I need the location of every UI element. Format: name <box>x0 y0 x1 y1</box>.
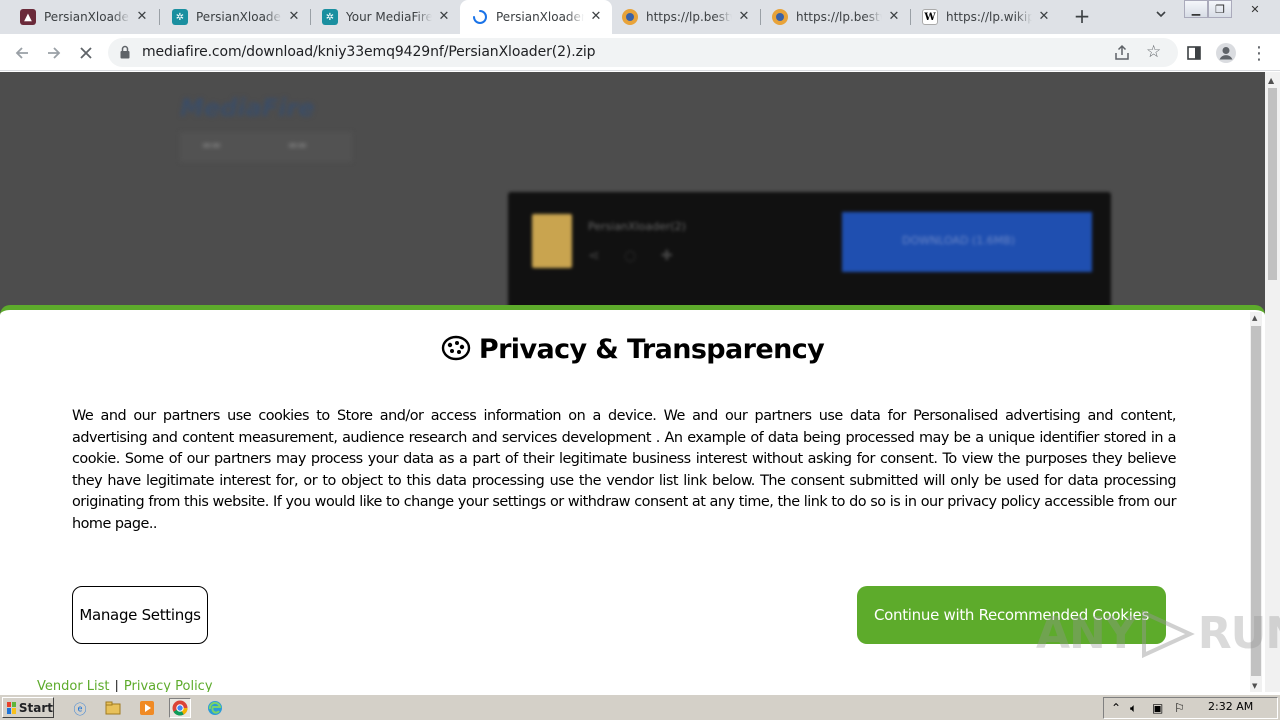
tab-7[interactable]: W https://lp.wikiped ✕ <box>912 0 1060 34</box>
download-button[interactable]: DOWNLOAD (1.6MB) <box>842 212 1092 272</box>
new-tab-button[interactable]: + <box>1072 6 1092 27</box>
file-icon <box>532 214 572 268</box>
privacy-policy-link[interactable]: Privacy Policy <box>124 679 213 692</box>
media-player-icon[interactable] <box>136 698 158 718</box>
tab-title: https://lp.wikiped <box>946 10 1032 24</box>
tray-expand-icon[interactable]: ⌃ <box>1111 701 1121 715</box>
back-button[interactable] <box>10 41 34 65</box>
address-bar[interactable]: mediafire.com/download/kniy33emq9429nf/P… <box>108 38 1178 67</box>
stop-loading-button[interactable] <box>74 41 98 65</box>
scroll-up-arrow-icon[interactable]: ▲ <box>1268 76 1274 85</box>
close-tab-icon[interactable]: ✕ <box>436 9 452 25</box>
url-text: mediafire.com/download/kniy33emq9429nf/P… <box>142 44 596 60</box>
cookie-icon <box>441 335 471 361</box>
tab-2[interactable]: ✲ PersianXloader.zip ✕ <box>152 0 310 34</box>
browser-toolbar: mediafire.com/download/kniy33emq9429nf/P… <box>0 34 1280 71</box>
file-name: PersianXloader(2) <box>588 220 686 233</box>
globe-icon <box>772 9 788 25</box>
forward-button[interactable] <box>42 41 66 65</box>
close-tab-icon[interactable]: ✕ <box>286 9 302 25</box>
manage-settings-button[interactable]: Manage Settings <box>72 586 208 644</box>
link-separator: | <box>114 679 119 692</box>
close-tab-icon[interactable]: ✕ <box>886 9 902 25</box>
tab-title: PersianXloader De <box>44 10 130 24</box>
consent-scroll-down-icon[interactable]: ▼ <box>1252 682 1257 690</box>
tab-search-chevron-icon[interactable] <box>1152 8 1170 26</box>
wikipedia-icon: W <box>922 9 938 25</box>
volume-icon[interactable]: 🔈︎ <box>1130 701 1137 716</box>
scrollbar-thumb[interactable] <box>1268 88 1277 280</box>
start-label: Start <box>18 700 53 715</box>
mediafire-icon: ✲ <box>322 9 338 25</box>
tab-5[interactable]: https://lp.bestwp ✕ <box>612 0 760 34</box>
mediafire-logo: MediaFire <box>180 94 315 122</box>
consent-title: Privacy & Transparency <box>0 334 1265 365</box>
watermark-right-text: RUN <box>1197 608 1280 659</box>
tab-1[interactable]: ▲ PersianXloader De ✕ <box>0 0 158 34</box>
vendor-list-link[interactable]: Vendor List <box>37 679 110 692</box>
bookmark-star-icon[interactable]: ☆ <box>1146 42 1161 62</box>
tab-4-active[interactable]: PersianXloader(2) ✕ <box>460 0 612 34</box>
download-panel: PersianXloader(2) ⋖ ◌ ✚ DOWNLOAD (1.6MB) <box>508 192 1111 322</box>
profile-avatar-icon[interactable] <box>1214 41 1238 65</box>
network-icon[interactable]: ▣ <box>1152 701 1163 715</box>
side-panel-icon[interactable] <box>1182 41 1206 65</box>
taskbar-clock: 2:32 AM <box>1208 700 1254 713</box>
tab-divider <box>910 9 911 25</box>
edge-icon[interactable] <box>204 698 226 718</box>
restore-button[interactable]: ❐ <box>1208 0 1232 18</box>
windows-logo-icon <box>7 701 16 714</box>
minimize-button[interactable]: ▁ <box>1184 0 1208 18</box>
close-tab-icon[interactable]: ✕ <box>736 9 752 25</box>
loading-spinner-icon <box>472 9 488 25</box>
anyrun-watermark: ANY RUN <box>1036 608 1280 659</box>
mediafire-nav: ▬▬ ▬▬ <box>180 132 352 162</box>
file-action-icons: ⋖ ◌ ✚ <box>588 248 683 264</box>
tab-title: https://lp.bestwp <box>796 10 882 24</box>
close-window-button[interactable]: ✕ <box>1240 0 1270 18</box>
close-tab-icon[interactable]: ✕ <box>1036 9 1052 25</box>
tab-strip: ▲ PersianXloader De ✕ ✲ PersianXloader.z… <box>0 0 1280 34</box>
windows-taskbar: Start ⓔ ⌃ 🔈︎ ▣ ⚐ 2:32 AM <box>0 694 1280 720</box>
start-button[interactable]: Start <box>2 697 54 718</box>
consent-title-text: Privacy & Transparency <box>478 334 825 365</box>
mediafire-icon: ✲ <box>172 9 188 25</box>
consent-scroll-up-icon[interactable]: ▲ <box>1252 314 1257 322</box>
tab-6[interactable]: https://lp.bestwp ✕ <box>762 0 910 34</box>
consent-body-text: We and our partners use cookies to Store… <box>72 408 1177 532</box>
lock-icon <box>120 45 130 59</box>
file-explorer-icon[interactable] <box>102 698 124 718</box>
globe-icon <box>622 9 638 25</box>
close-tab-icon[interactable]: ✕ <box>588 9 604 25</box>
tab-3[interactable]: ✲ Your MediaFire Lin ✕ <box>302 0 460 34</box>
tab-title: PersianXloader.zip <box>196 10 282 24</box>
anyrun-icon: ▲ <box>20 9 36 25</box>
chrome-taskbar-icon[interactable] <box>169 698 191 718</box>
download-label: DOWNLOAD (1.6MB) <box>902 234 1016 247</box>
page-scrollbar[interactable]: ▲ <box>1265 72 1280 692</box>
internet-explorer-icon[interactable]: ⓔ <box>69 698 91 718</box>
watermark-play-icon <box>1141 609 1195 658</box>
share-icon[interactable] <box>1113 44 1131 62</box>
tab-title: https://lp.bestwp <box>646 10 732 24</box>
action-center-flag-icon[interactable]: ⚐ <box>1174 701 1185 715</box>
tab-title: Your MediaFire Lin <box>346 10 432 24</box>
close-tab-icon[interactable]: ✕ <box>134 9 150 25</box>
tab-title: PersianXloader(2) <box>496 10 584 24</box>
tab-divider <box>760 9 761 25</box>
menu-kebab-icon[interactable]: ⋮ <box>1247 41 1271 65</box>
consent-links: Vendor List | Privacy Policy <box>37 679 213 692</box>
watermark-left-text: ANY <box>1036 608 1137 659</box>
